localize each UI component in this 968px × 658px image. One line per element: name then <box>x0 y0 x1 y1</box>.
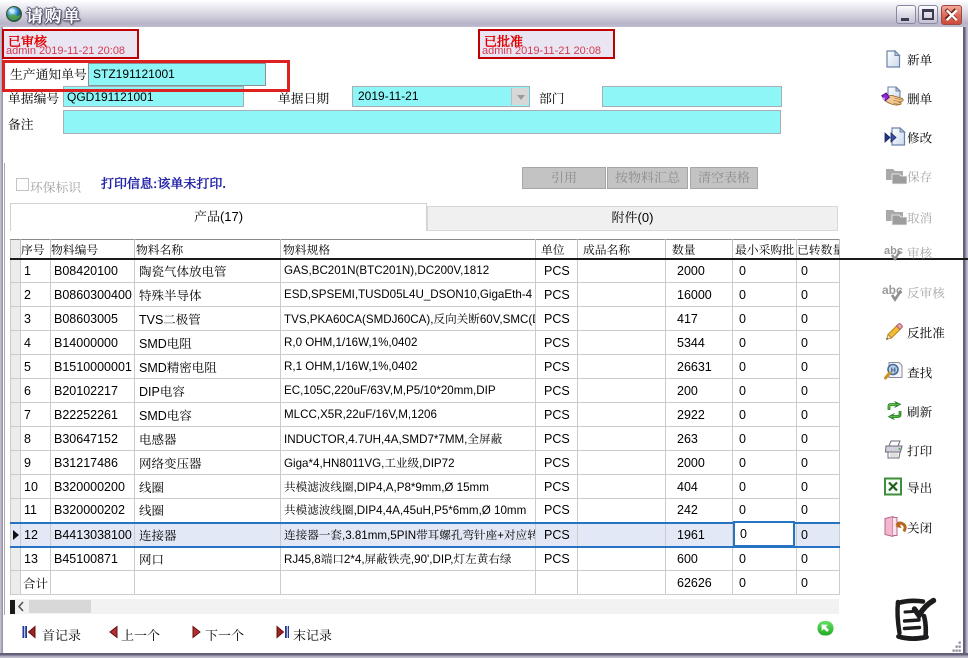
svg-text:H: H <box>891 368 896 375</box>
